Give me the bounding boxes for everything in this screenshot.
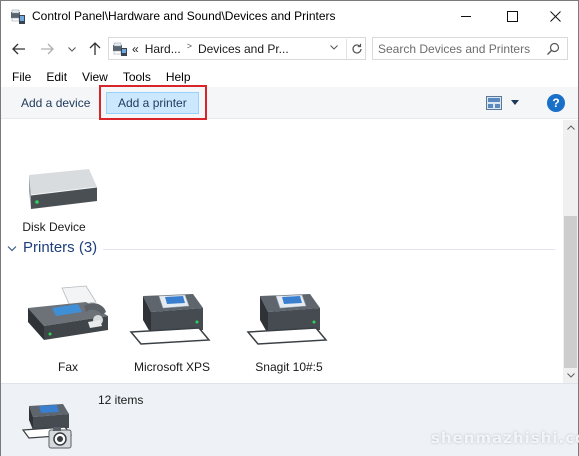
refresh-icon <box>351 43 362 54</box>
printers-group-header[interactable]: Printers (3) <box>7 239 557 259</box>
up-button[interactable] <box>86 40 104 58</box>
address-history-button[interactable] <box>330 42 338 52</box>
breadcrumb-devices-printers[interactable]: Devices and Pr... <box>198 42 289 56</box>
scroll-up-button[interactable] <box>563 120 578 135</box>
add-device-button[interactable]: Add a device <box>13 92 98 114</box>
vertical-scrollbar[interactable] <box>563 120 578 383</box>
menu-bar: File Edit View Tools Help <box>1 67 578 87</box>
navigation-bar: « Hard... > Devices and Pr... <box>1 34 578 64</box>
printer-item-snagit[interactable]: Snagit 10#:5 <box>241 282 337 374</box>
window-title: Control Panel\Hardware and Sound\Devices… <box>32 9 336 23</box>
disk-drive-icon <box>29 169 98 209</box>
printer-icon <box>129 294 211 345</box>
printer-camera-icon <box>21 404 73 449</box>
printer-label: Snagit 10#:5 <box>255 360 323 374</box>
search-box[interactable] <box>372 37 568 60</box>
minimize-button[interactable] <box>443 1 489 32</box>
menu-tools[interactable]: Tools <box>123 67 151 87</box>
breadcrumb-overflow[interactable]: « <box>132 42 139 56</box>
breadcrumb: « Hard... > Devices and Pr... <box>132 41 289 56</box>
title-bar: Control Panel\Hardware and Sound\Devices… <box>1 1 578 32</box>
devices-content-pane: Disk Device Printers (3) Fax Microsoft X… <box>1 120 563 383</box>
forward-arrow-icon <box>41 43 54 55</box>
device-item-disk[interactable]: Disk Device <box>6 165 102 234</box>
breadcrumb-hardware[interactable]: Hard... <box>145 42 181 56</box>
printer-item-microsoft-xps[interactable]: Microsoft XPS <box>124 282 220 374</box>
device-label: Disk Device <box>22 220 86 234</box>
refresh-button[interactable] <box>346 39 366 59</box>
chevron-down-icon <box>511 100 519 105</box>
menu-file[interactable]: File <box>12 67 31 87</box>
up-arrow-icon <box>89 42 101 55</box>
back-button[interactable] <box>10 40 28 58</box>
printer-label: Fax <box>57 360 78 374</box>
maximize-button[interactable] <box>489 1 535 32</box>
details-pane: 12 items shenmazhishi.com <box>1 383 579 456</box>
printer-icon <box>246 294 328 345</box>
highlight-annotation <box>99 85 207 120</box>
printer-label: Microsoft XPS <box>133 360 211 374</box>
back-arrow-icon <box>12 43 25 55</box>
address-bar[interactable]: « Hard... > Devices and Pr... <box>108 37 366 60</box>
group-divider <box>103 249 555 250</box>
recent-locations-button[interactable] <box>63 40 81 58</box>
devices-printers-location-icon <box>113 42 127 56</box>
chevron-down-icon <box>7 246 17 252</box>
close-icon <box>549 11 561 22</box>
chevron-down-icon <box>566 373 575 378</box>
view-options-button[interactable] <box>511 97 519 107</box>
chevron-down-icon <box>330 45 338 50</box>
fax-icon <box>28 285 108 340</box>
chevron-down-icon <box>68 46 76 52</box>
scroll-down-button[interactable] <box>563 368 578 383</box>
chevron-up-icon <box>566 125 575 130</box>
breadcrumb-separator-icon[interactable]: > <box>181 41 198 55</box>
search-icon[interactable] <box>545 41 561 57</box>
watermark: shenmazhishi.com <box>431 429 579 447</box>
maximize-icon <box>506 11 518 22</box>
menu-edit[interactable]: Edit <box>46 67 67 87</box>
printer-item-fax[interactable]: Fax <box>20 282 116 374</box>
forward-button[interactable] <box>38 40 56 58</box>
close-button[interactable] <box>532 1 578 32</box>
item-count: 12 items <box>98 393 144 407</box>
help-button[interactable]: ? <box>547 94 565 112</box>
search-input[interactable] <box>378 41 538 57</box>
menu-view[interactable]: View <box>82 67 108 87</box>
devices-printers-app-icon <box>11 9 25 24</box>
change-view-icon[interactable] <box>486 96 502 110</box>
printers-group-title: Printers (3) <box>23 239 98 256</box>
menu-help[interactable]: Help <box>166 67 191 87</box>
devices-and-printers-window: Control Panel\Hardware and Sound\Devices… <box>0 0 579 456</box>
minimize-icon <box>460 16 471 17</box>
scrollbar-thumb[interactable] <box>564 216 577 368</box>
